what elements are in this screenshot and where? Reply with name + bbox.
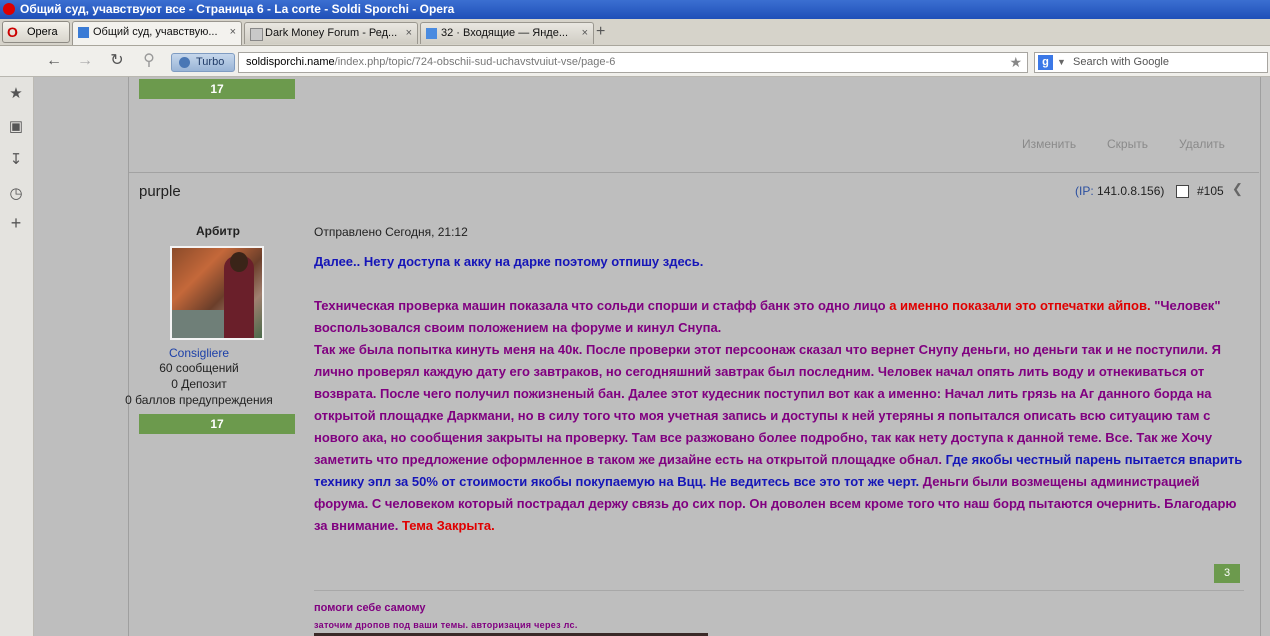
url-domain: soldisporchi.name	[246, 56, 335, 68]
back-arrow-icon[interactable]: ←	[44, 51, 64, 71]
tab-bar: O Opera Общий суд, учавствую... × Dark M…	[0, 19, 1270, 46]
favicon-icon	[78, 27, 89, 38]
post-text-red: а именно показали это отпечатки айпов.	[889, 298, 1151, 313]
opera-logo-icon	[3, 3, 15, 15]
signature-subtitle: заточим дропов под ваши темы. авторизаци…	[314, 620, 578, 630]
browser-sidebar: ★ ▣ ↧ ◷ +	[0, 77, 34, 636]
tab-label: 32 · Входящие — Яндe...	[441, 27, 568, 39]
chevron-down-icon[interactable]: ▼	[1057, 53, 1066, 72]
post-text-red: Тема Закрыта.	[401, 518, 495, 533]
post-separator	[129, 172, 1259, 173]
post-select-checkbox[interactable]	[1176, 185, 1189, 198]
tab-dark-money[interactable]: Dark Money Forum - Ред... ×	[244, 22, 418, 44]
avatar-head-shape	[230, 252, 248, 272]
close-tab-icon[interactable]: ×	[582, 23, 588, 44]
address-bar[interactable]: soldisporchi.name/index.php/topic/724-ob…	[238, 52, 1028, 73]
turbo-label: Turbo	[196, 56, 225, 68]
favicon-icon	[250, 28, 263, 41]
previous-post-reputation: 17	[139, 79, 295, 99]
google-icon[interactable]: g	[1038, 55, 1053, 70]
post-text: Так же была попытка кинуть меня на 40к. …	[314, 342, 1221, 467]
author-reputation: 17	[139, 414, 295, 434]
tab-label: Общий суд, учавствую...	[93, 26, 218, 38]
signature-title: помоги себе самому	[314, 602, 426, 614]
post-number-link[interactable]: #105	[1197, 184, 1224, 198]
ip-label: (IP:	[1075, 184, 1094, 198]
signature-separator	[314, 590, 1244, 591]
post-paragraph-2: Техническая проверка машин показала что …	[314, 295, 1249, 339]
url-text: soldisporchi.name/index.php/topic/724-ob…	[246, 53, 615, 72]
post-date: Отправлено Сегодня, 21:12	[314, 225, 468, 239]
key-icon[interactable]: ⚲	[139, 51, 159, 71]
delete-post-link[interactable]: Удалить	[1179, 137, 1225, 151]
close-tab-icon[interactable]: ×	[406, 23, 412, 44]
tab-forum-topic[interactable]: Общий суд, учавствую... ×	[72, 21, 242, 45]
post-author-name[interactable]: purple	[139, 183, 181, 200]
post-line-intro: Далее.. Нету доступа к акку на дарке поэ…	[314, 254, 704, 269]
post-paragraph-3: Так же была попытка кинуть меня на 40к. …	[314, 339, 1249, 537]
author-rank: Арбитр	[196, 224, 240, 238]
search-placeholder: Search with Google	[1073, 56, 1169, 68]
mail-icon	[426, 28, 437, 39]
opera-logo-icon: O	[7, 24, 18, 40]
tab-label: Dark Money Forum - Ред...	[265, 27, 398, 39]
history-clock-icon[interactable]: ◷	[6, 184, 26, 204]
turbo-button[interactable]: Turbo	[171, 53, 235, 72]
window-title-bar: Общий суд, учавствуют все - Страница 6 -…	[0, 0, 1270, 19]
turbo-gauge-icon	[179, 57, 190, 68]
downloads-icon[interactable]: ↧	[6, 150, 26, 170]
forward-arrow-icon[interactable]: →	[75, 51, 95, 71]
notes-icon[interactable]: ▣	[6, 117, 26, 137]
post-ip: (IP: 141.0.8.156)	[1075, 184, 1164, 198]
window-title: Общий суд, учавствуют все - Страница 6 -…	[20, 2, 455, 16]
ip-value: 141.0.8.156)	[1097, 184, 1165, 198]
post-body: Далее.. Нету доступа к акку на дарке поэ…	[314, 251, 1249, 537]
navigation-bar: ← → ↻ ⚲ Turbo soldisporchi.name/index.ph…	[0, 46, 1270, 77]
share-icon[interactable]: ❮	[1232, 181, 1243, 197]
author-avatar[interactable]	[170, 246, 264, 340]
reload-icon[interactable]: ↻	[107, 51, 127, 71]
tab-yandex-mail[interactable]: 32 · Входящие — Яндe... ×	[420, 22, 594, 44]
opera-menu-button[interactable]: O Opera	[2, 21, 70, 43]
edit-post-link[interactable]: Изменить	[1022, 137, 1076, 151]
add-panel-icon[interactable]: +	[6, 213, 26, 233]
new-tab-button[interactable]: +	[596, 23, 605, 41]
url-path: /index.php/topic/724-obschii-sud-uchavst…	[334, 56, 616, 68]
avatar-pool-shape	[172, 310, 232, 338]
post-reputation-badge[interactable]: 3	[1214, 564, 1240, 583]
search-box[interactable]: g ▼ Search with Google	[1034, 52, 1268, 73]
page-content: 17 Изменить Скрыть Удалить purple (IP: 1…	[34, 77, 1270, 636]
close-tab-icon[interactable]: ×	[230, 22, 236, 43]
bookmarks-star-icon[interactable]: ★	[6, 84, 26, 104]
bookmark-star-icon[interactable]: ★	[1009, 53, 1022, 72]
hide-post-link[interactable]: Скрыть	[1107, 137, 1148, 151]
post-text: Техническая проверка машин показала что …	[314, 298, 890, 313]
opera-menu-label: Opera	[27, 26, 58, 38]
